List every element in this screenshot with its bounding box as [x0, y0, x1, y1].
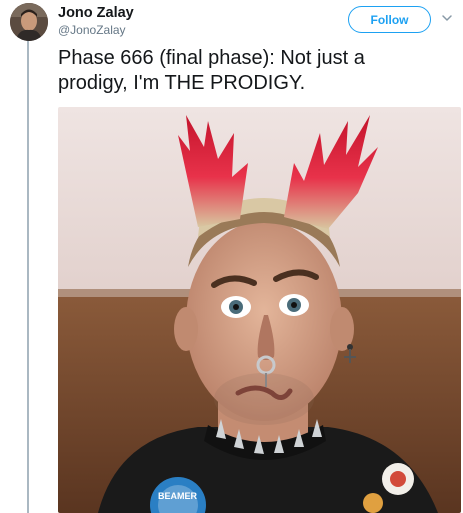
avatar[interactable] — [10, 3, 48, 41]
avatar-photo — [10, 3, 48, 41]
chevron-down-icon[interactable] — [440, 11, 454, 25]
thread-line — [27, 40, 29, 513]
tweet-text: Phase 666 (final phase): Not just a prod… — [58, 47, 365, 94]
display-name[interactable]: Jono Zalay — [58, 4, 134, 22]
tweet-photo[interactable]: BEAMER — [58, 107, 461, 513]
photo-image: BEAMER — [58, 107, 461, 513]
user-handle[interactable]: @JonoZalay — [58, 22, 134, 38]
follow-button[interactable]: Follow — [348, 6, 431, 33]
badge-text: BEAMER — [158, 491, 198, 501]
tweet-card: Jono Zalay @JonoZalay Follow Phase 666 (… — [0, 0, 463, 513]
user-info: Jono Zalay @JonoZalay — [58, 4, 134, 38]
